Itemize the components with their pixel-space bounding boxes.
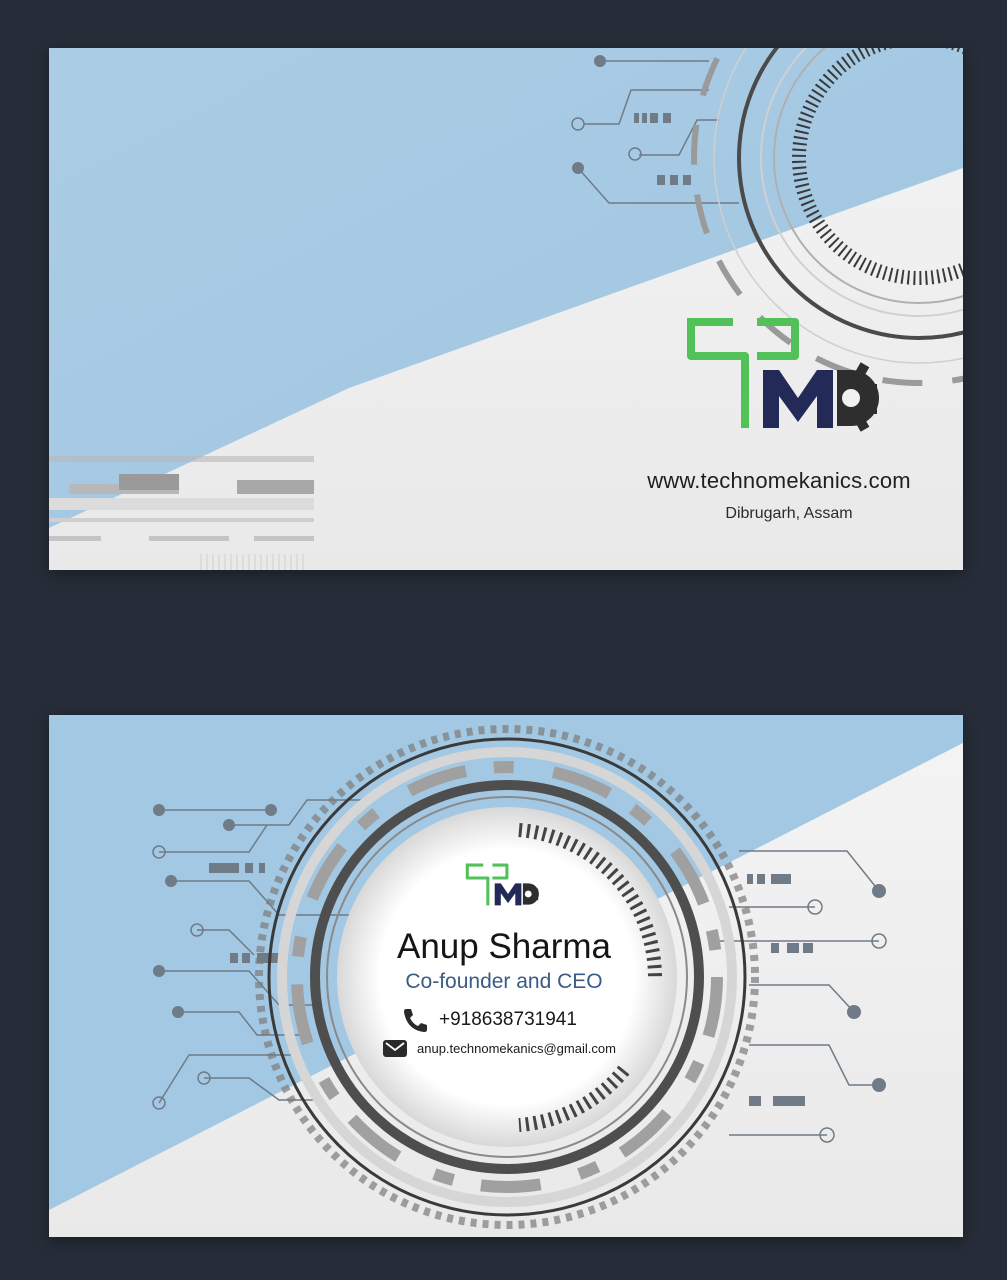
location-text: Dibrugarh, Assam bbox=[725, 505, 853, 522]
person-name: Anup Sharma bbox=[396, 927, 612, 966]
logo-tm-gear-icon bbox=[687, 318, 879, 432]
phone-number: +918638731941 bbox=[439, 1009, 577, 1030]
business-card-front: www.technomekanics.com Dibrugarh, Assam bbox=[49, 48, 963, 570]
business-card-back: Anup Sharma Co-founder and CEO +91863873… bbox=[49, 715, 963, 1237]
person-title: Co-founder and CEO bbox=[405, 970, 603, 993]
phone-row: +918638731941 bbox=[401, 1005, 577, 1035]
phone-icon bbox=[404, 1009, 427, 1032]
mail-icon bbox=[383, 1039, 407, 1057]
website-text: www.technomekanics.com bbox=[647, 468, 911, 493]
email-address: anup.technomekanics@gmail.com bbox=[417, 1040, 616, 1056]
logo-tm-gear-icon bbox=[465, 863, 539, 906]
email-row: anup.technomekanics@gmail.com bbox=[383, 1037, 616, 1059]
